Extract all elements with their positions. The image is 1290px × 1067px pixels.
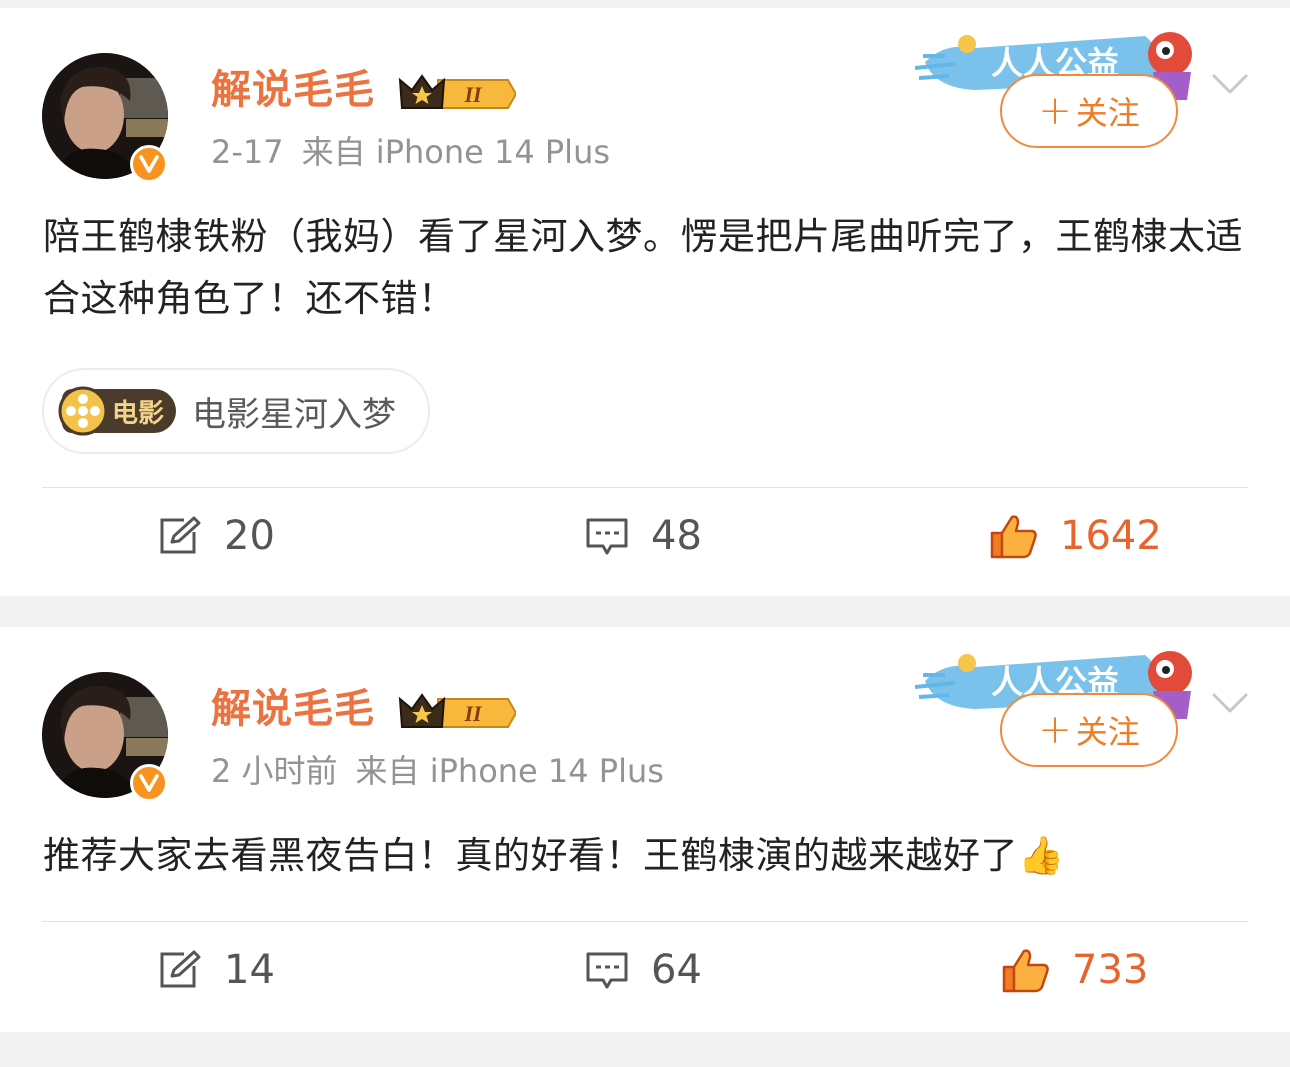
divider	[42, 487, 1248, 488]
crown-icon[interactable]: II	[398, 72, 518, 120]
post-source: 来自 iPhone 14 Plus	[355, 752, 664, 790]
topic-tag-label: 电影	[112, 398, 165, 429]
topic-title: 电影星河入梦	[192, 394, 397, 435]
post-text: 推荐大家去看黑夜告白！真的好看！王鹤棣演的越来越好了👍	[43, 834, 1065, 877]
film-reel-icon	[58, 386, 108, 436]
thumbs-up-icon	[1002, 949, 1049, 993]
edit-square-icon	[160, 516, 201, 554]
topic-tag: 电影	[58, 386, 177, 436]
verified-v-icon	[130, 145, 168, 183]
comment-bubble-icon	[586, 952, 628, 989]
like-count: 733	[1072, 947, 1149, 993]
post-source: 来自 iPhone 14 Plus	[301, 133, 611, 171]
username[interactable]: 解说毛毛	[211, 685, 375, 733]
chevron-down-icon[interactable]	[1210, 70, 1250, 104]
weibo-feed: 解说毛毛 II 2-17 来自 iPhone 14 Plus 人人公益 + 关注…	[0, 0, 1290, 1067]
plus-icon: +	[1038, 707, 1072, 753]
follow-button[interactable]: + 关注	[1000, 74, 1178, 148]
edit-square-icon	[160, 950, 201, 988]
username[interactable]: 解说毛毛	[211, 66, 375, 114]
crown-icon[interactable]: II	[398, 691, 518, 739]
comment-button[interactable]: 64	[585, 947, 702, 993]
repost-count: 20	[224, 513, 275, 559]
repost-button[interactable]: 20	[158, 513, 275, 559]
divider	[42, 921, 1248, 922]
post-meta: 2 小时前 来自 iPhone 14 Plus	[211, 751, 664, 791]
like-button[interactable]: 733	[1002, 947, 1148, 993]
like-button[interactable]: 1642	[990, 513, 1162, 559]
repost-button[interactable]: 14	[158, 947, 275, 993]
thumbs-up-icon	[990, 515, 1037, 559]
level-badge-text: II	[463, 82, 483, 107]
verified-v-icon	[130, 764, 168, 802]
chevron-down-icon[interactable]	[1210, 689, 1250, 723]
repost-count: 14	[224, 947, 275, 993]
comment-bubble-icon	[586, 518, 628, 555]
topic-chip[interactable]: 电影 电影星河入梦	[42, 368, 431, 454]
follow-label: 关注	[1075, 713, 1140, 751]
plus-icon: +	[1038, 88, 1072, 134]
post-date: 2 小时前	[211, 752, 338, 790]
post-text: 陪王鹤棣铁粉（我妈）看了星河入梦。愣是把片尾曲听完了，王鹤棣太适合这种角色了！还…	[43, 215, 1243, 320]
level-badge-text: II	[463, 701, 483, 726]
comment-count: 64	[651, 947, 702, 993]
post-card: 解说毛毛 II 2 小时前 来自 iPhone 14 Plus 人人公益 + 关…	[0, 627, 1290, 1032]
comment-count: 48	[651, 513, 702, 559]
follow-label: 关注	[1075, 94, 1140, 132]
follow-button[interactable]: + 关注	[1000, 693, 1178, 767]
post-card: 解说毛毛 II 2-17 来自 iPhone 14 Plus 人人公益 + 关注…	[0, 8, 1290, 596]
like-count: 1642	[1060, 513, 1162, 559]
post-date: 2-17	[211, 133, 284, 171]
post-meta: 2-17 来自 iPhone 14 Plus	[211, 132, 610, 172]
comment-button[interactable]: 48	[585, 513, 702, 559]
